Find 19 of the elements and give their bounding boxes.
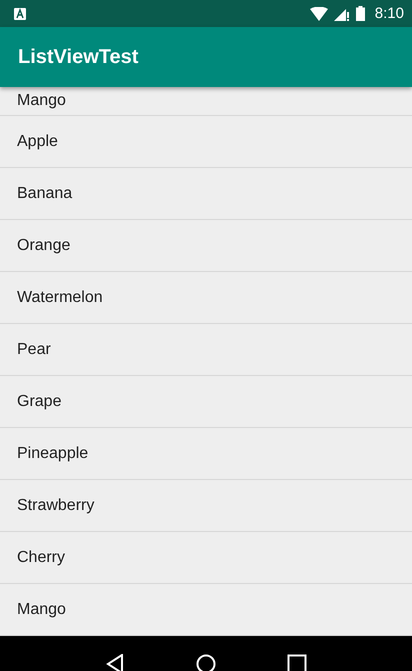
- notification-icon: [14, 8, 26, 20]
- list-item[interactable]: Strawberry: [0, 480, 412, 532]
- home-icon[interactable]: [196, 654, 216, 671]
- battery-icon: [356, 6, 365, 21]
- list-item[interactable]: Grape: [0, 376, 412, 428]
- list-item[interactable]: Banana: [0, 168, 412, 220]
- back-icon[interactable]: [105, 654, 126, 671]
- list-item[interactable]: Pear: [0, 324, 412, 376]
- signal-icon: [334, 6, 350, 20]
- recents-icon[interactable]: [286, 654, 307, 671]
- list-item[interactable]: Orange: [0, 220, 412, 272]
- wifi-icon: [310, 6, 328, 20]
- list-item[interactable]: Pineapple: [0, 428, 412, 480]
- list-item[interactable]: Mango: [0, 87, 412, 116]
- list-item[interactable]: Apple: [0, 116, 412, 168]
- app-title: ListViewTest: [18, 46, 138, 68]
- status-time: 8:10: [374, 5, 404, 22]
- list-item[interactable]: Cherry: [0, 532, 412, 584]
- list-item[interactable]: Watermelon: [0, 272, 412, 324]
